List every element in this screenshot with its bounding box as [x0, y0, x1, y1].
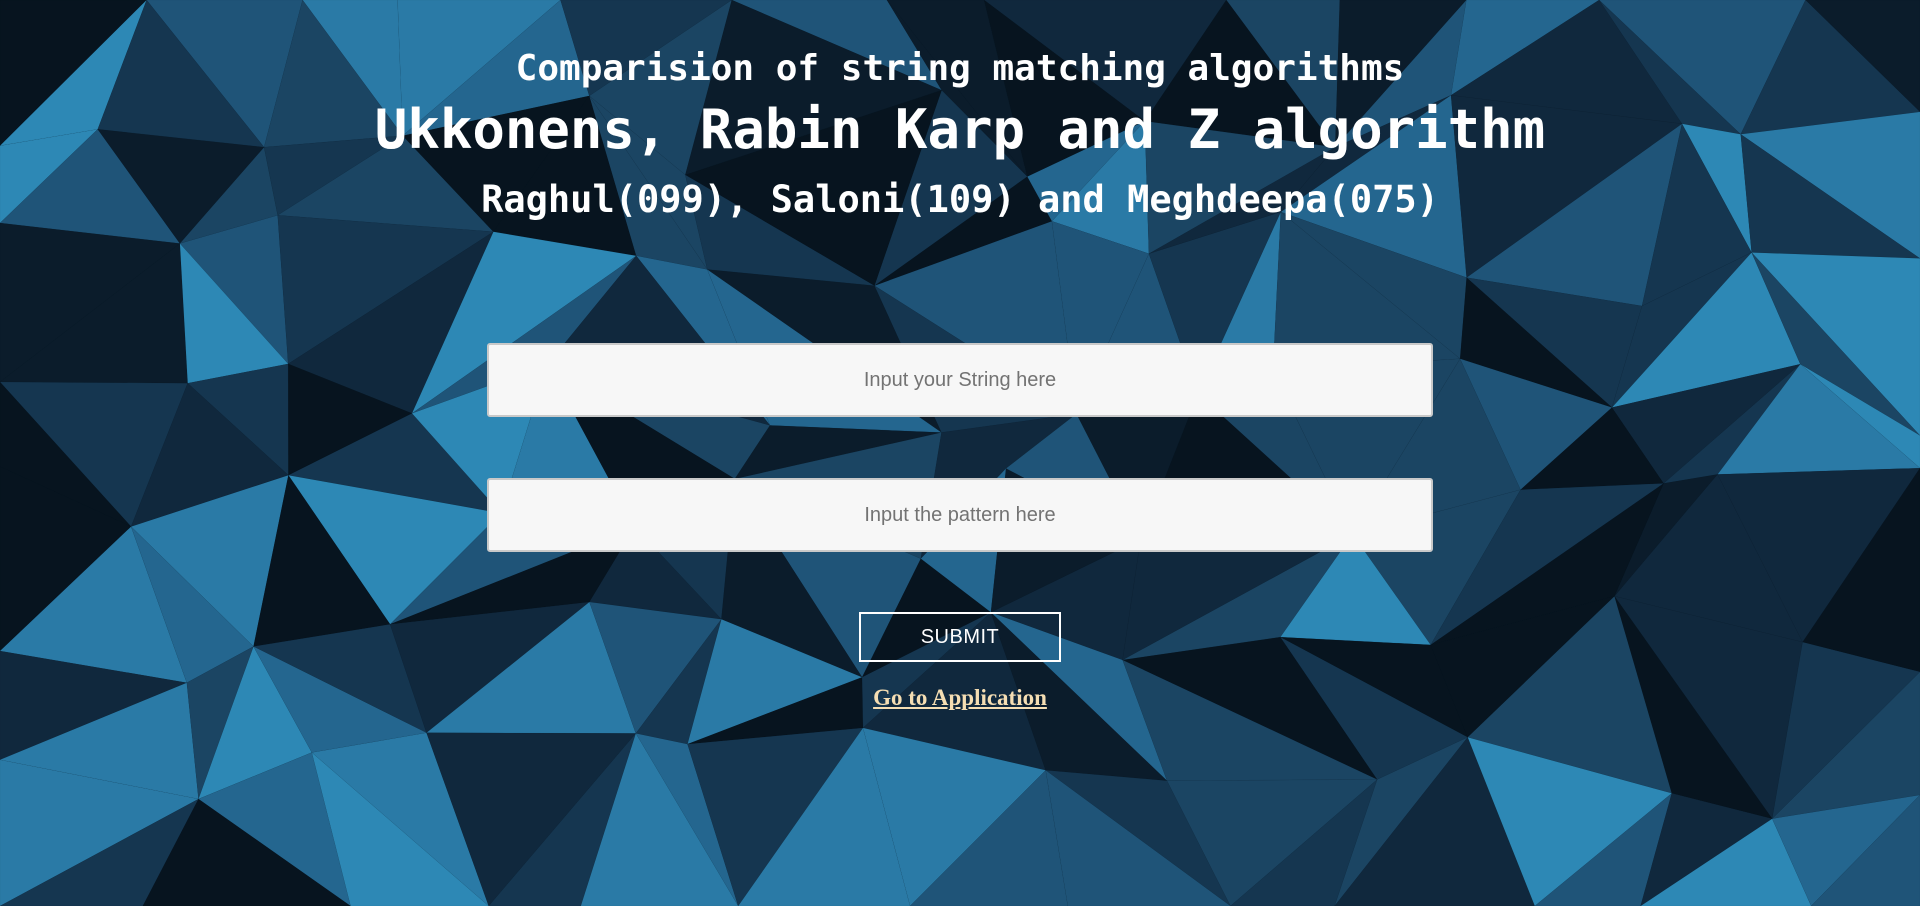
pattern-input[interactable]	[487, 478, 1433, 552]
go-to-application-link[interactable]: Go to Application	[0, 683, 1920, 713]
page-subtitle: Comparision of string matching algorithm…	[515, 48, 1405, 89]
submit-button[interactable]: SUBMIT	[859, 612, 1061, 662]
page-title: Ukkonens, Rabin Karp and Z algorithm	[374, 98, 1546, 161]
string-input[interactable]	[487, 343, 1433, 417]
main-content: Comparision of string matching algorithm…	[0, 0, 1920, 906]
authors-line: Raghul(099), Saloni(109) and Meghdeepa(0…	[481, 178, 1439, 221]
